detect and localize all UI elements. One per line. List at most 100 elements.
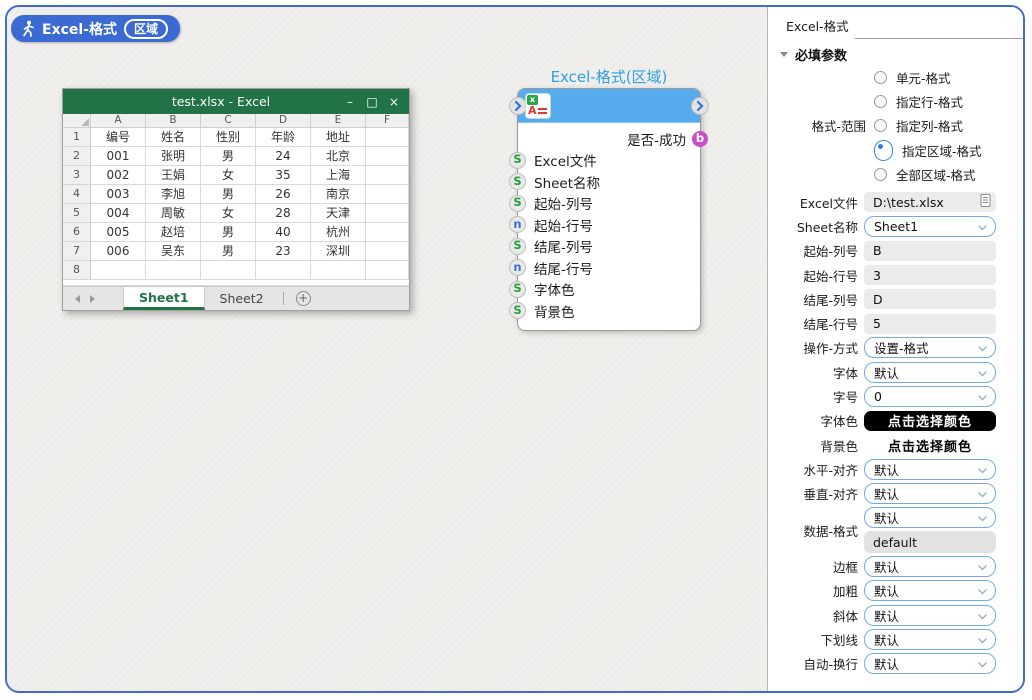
- field-label: 字号: [768, 387, 858, 406]
- input-pin-string[interactable]: S: [509, 281, 526, 298]
- flow-title-badge[interactable]: Excel-格式 区域: [11, 15, 180, 42]
- field-control-stack: 默认 default: [864, 507, 996, 553]
- node-input-row: S字体色: [518, 279, 700, 301]
- input-pin-string[interactable]: S: [509, 173, 526, 190]
- format-range-radio-group: 单元-格式指定行-格式格式-范围指定列-格式指定区域-格式全部区域-格式: [768, 65, 1023, 186]
- table-cell: 王娟: [146, 166, 201, 185]
- browse-file-button[interactable]: [979, 193, 992, 211]
- format-string-input[interactable]: default: [864, 531, 996, 553]
- row-number[interactable]: 1: [63, 128, 91, 147]
- properties-panel: Excel-格式 必填参数 单元-格式指定行-格式格式-范围指定列-格式指定区域…: [767, 7, 1023, 691]
- input-pin-string[interactable]: S: [509, 152, 526, 169]
- panel-tab-excel-format[interactable]: Excel-格式: [786, 16, 855, 39]
- table-cell: 002: [91, 166, 146, 185]
- radio-option[interactable]: [874, 168, 887, 181]
- column-header[interactable]: C: [201, 114, 256, 128]
- table-cell: [91, 261, 146, 280]
- radio-row: 格式-范围指定列-格式: [768, 114, 1023, 138]
- field-label: 水平-对齐: [768, 460, 858, 479]
- input-pin-number[interactable]: n: [509, 216, 526, 233]
- dropdown-字号[interactable]: 0: [864, 386, 996, 407]
- dropdown-下划线[interactable]: 默认: [864, 629, 996, 650]
- table-row: 5004周敏女28天津: [63, 204, 409, 223]
- dropdown-数据-格式[interactable]: 默认: [864, 507, 996, 528]
- table-cell: 男: [201, 242, 256, 261]
- table-row: 4003李旭男26南京: [63, 185, 409, 204]
- app-window: Excel-格式 区域 test.xlsx - Excel – □ × ABCD…: [0, 0, 1032, 700]
- text-input-起始-行号[interactable]: 3: [864, 265, 996, 285]
- output-pin-bool[interactable]: b: [692, 131, 708, 147]
- format-a-letter: A: [528, 104, 537, 117]
- radio-selected[interactable]: [874, 140, 893, 161]
- node-header[interactable]: x A: [518, 89, 700, 123]
- file-path-field[interactable]: D:\test.xlsx: [864, 192, 996, 212]
- sheet-tab-sheet2[interactable]: Sheet2: [205, 287, 279, 310]
- table-cell: [366, 261, 409, 280]
- excel-titlebar[interactable]: test.xlsx - Excel – □ ×: [63, 89, 409, 114]
- background-color-picker-button[interactable]: 点击选择颜色: [864, 435, 996, 455]
- dropdown-边框[interactable]: 默认: [864, 556, 996, 577]
- radio-option[interactable]: [874, 119, 887, 132]
- input-pin-string[interactable]: S: [509, 302, 526, 319]
- row-number[interactable]: 2: [63, 147, 91, 166]
- row-number[interactable]: 4: [63, 185, 91, 204]
- collapse-triangle-icon[interactable]: [780, 52, 788, 57]
- row-number[interactable]: 5: [63, 204, 91, 223]
- column-header[interactable]: D: [256, 114, 311, 128]
- dropdown-字体[interactable]: 默认: [864, 362, 996, 383]
- required-params-section[interactable]: 必填参数: [780, 45, 847, 64]
- text-input-结尾-列号[interactable]: D: [864, 289, 996, 309]
- column-header[interactable]: A: [91, 114, 146, 128]
- radio-option-label: 指定区域-格式: [902, 141, 982, 160]
- text-input-结尾-行号[interactable]: 5: [864, 314, 996, 334]
- node-output-row: 是否-成功 b: [518, 128, 700, 150]
- chevron-down-icon: [978, 589, 987, 595]
- dropdown-水平-对齐[interactable]: 默认: [864, 459, 996, 480]
- column-header[interactable]: B: [146, 114, 201, 128]
- text-input-起始-列号[interactable]: B: [864, 241, 996, 261]
- table-cell: [201, 261, 256, 280]
- input-pin-string[interactable]: S: [509, 238, 526, 255]
- dropdown-自动-换行[interactable]: 默认: [864, 653, 996, 674]
- table-cell: [256, 261, 311, 280]
- maximize-button[interactable]: □: [361, 95, 383, 109]
- table-cell: 北京: [311, 147, 366, 166]
- input-pin-number[interactable]: n: [509, 259, 526, 276]
- sheet-nav-left-icon[interactable]: [75, 295, 80, 303]
- flow-canvas[interactable]: Excel-格式 区域 test.xlsx - Excel – □ × ABCD…: [7, 7, 767, 691]
- radio-option[interactable]: [874, 71, 887, 84]
- field-row-字号: 字号 0: [768, 384, 1023, 408]
- corner-triangle-icon: [81, 118, 89, 126]
- dropdown-垂直-对齐[interactable]: 默认: [864, 483, 996, 504]
- excel-format-icon: x A: [525, 93, 551, 119]
- select-all-corner[interactable]: [63, 114, 91, 128]
- radio-option[interactable]: [874, 95, 887, 108]
- font-color-picker-button[interactable]: 点击选择颜色: [864, 411, 996, 431]
- close-button[interactable]: ×: [383, 95, 405, 109]
- field-label: Sheet名称: [768, 217, 858, 236]
- add-sheet-button[interactable]: +: [296, 291, 311, 306]
- field-row-背景色: 背景色点击选择颜色: [768, 433, 1023, 457]
- row-number[interactable]: 7: [63, 242, 91, 261]
- dropdown-加粗[interactable]: 默认: [864, 580, 996, 601]
- dropdown-value: 0: [874, 389, 882, 404]
- minimize-button[interactable]: –: [339, 95, 361, 109]
- sheet-tab-sheet1[interactable]: Sheet1: [123, 287, 205, 310]
- row-number[interactable]: 6: [63, 223, 91, 242]
- dropdown-操作-方式[interactable]: 设置-格式: [864, 337, 996, 358]
- dropdown-Sheet名称[interactable]: Sheet1: [864, 216, 996, 237]
- dropdown-value: 默认: [874, 508, 899, 527]
- row-number[interactable]: 3: [63, 166, 91, 185]
- flow-node-excel-format[interactable]: x A 是否-成功 b: [517, 88, 701, 331]
- field-label: 背景色: [768, 436, 858, 455]
- dropdown-斜体[interactable]: 默认: [864, 605, 996, 626]
- input-pin-string[interactable]: S: [509, 195, 526, 212]
- column-header[interactable]: E: [311, 114, 366, 128]
- row-number[interactable]: 8: [63, 261, 91, 280]
- field-row-垂直-对齐: 垂直-对齐默认: [768, 482, 1023, 506]
- chevron-down-icon: [978, 662, 987, 668]
- column-header[interactable]: F: [366, 114, 409, 128]
- exec-out-pin[interactable]: [691, 97, 709, 115]
- field-label: Excel文件: [768, 193, 858, 212]
- table-cell: 006: [91, 242, 146, 261]
